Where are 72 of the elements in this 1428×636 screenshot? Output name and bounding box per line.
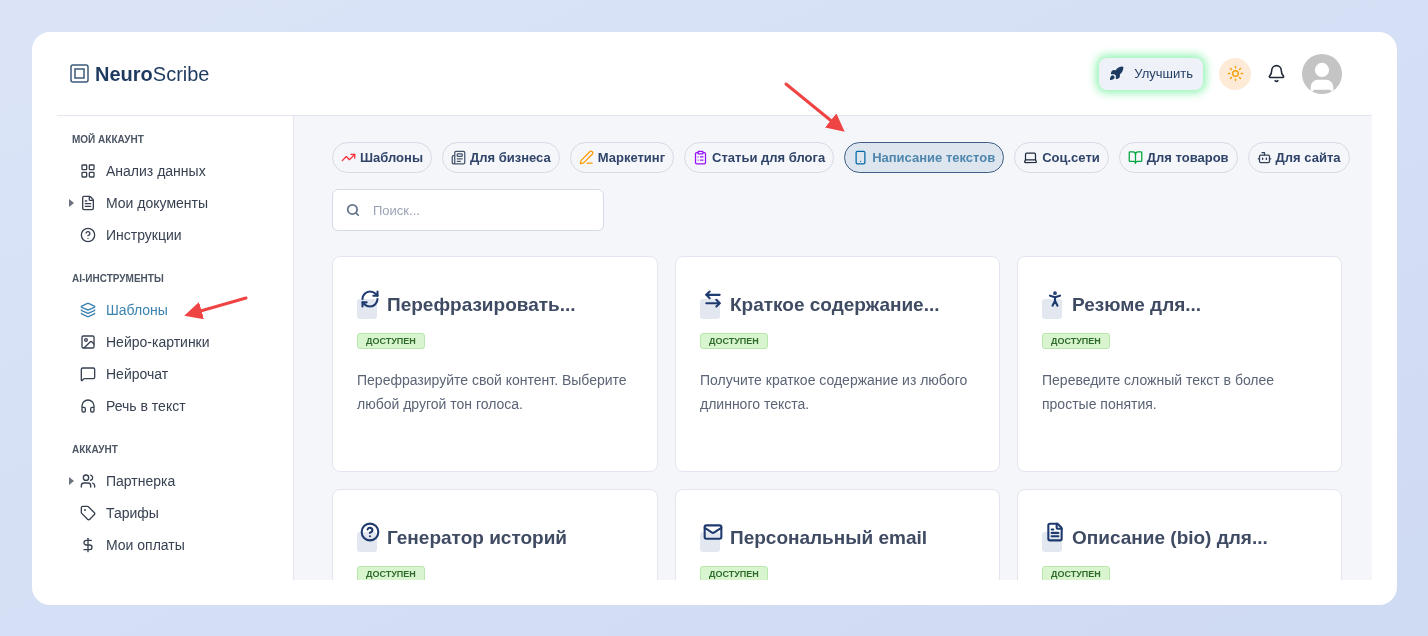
image-icon <box>80 334 96 350</box>
template-card[interactable]: Резюме для... ДОСТУПЕН Переведите сложный текст в более простые понятия. <box>1017 256 1342 472</box>
template-card[interactable]: Описание (bio) для... ДОСТУПЕН <box>1017 489 1342 580</box>
upgrade-button[interactable]: Улучшить <box>1099 57 1203 90</box>
status-badge: ДОСТУПЕН <box>700 566 768 580</box>
robot-icon <box>1256 150 1272 165</box>
annotation-arrow <box>784 82 845 132</box>
users-icon <box>80 473 96 489</box>
clipboard-icon <box>693 150 709 165</box>
card-title: Генератор историй <box>387 525 567 550</box>
sidebar-item[interactable]: Тарифы <box>72 497 293 529</box>
template-card[interactable]: Генератор историй ДОСТУПЕН <box>332 489 658 580</box>
card-title: Резюме для... <box>1072 292 1202 317</box>
card-description: Перефразируйте свой контент. Выберите любой другой тон голоса. <box>357 371 628 414</box>
category-chip[interactable]: Для бизнеса <box>442 142 560 173</box>
document-icon <box>1042 522 1066 552</box>
card-title: Перефразировать... <box>387 292 576 317</box>
logo-text[interactable]: NeuroScribe <box>95 58 210 89</box>
newspaper-icon <box>451 150 466 165</box>
sidebar-item[interactable]: Анализ данных <box>72 155 293 187</box>
document-icon <box>80 195 96 211</box>
sidebar-item[interactable]: Инструкции <box>72 219 293 251</box>
logo-icon <box>70 64 89 83</box>
category-chip[interactable]: Шаблоны <box>332 142 432 173</box>
template-card[interactable]: Краткое содержание... ДОСТУПЕН Получите краткое содержание из любого длинного текста. <box>675 256 1000 472</box>
sidebar-item[interactable]: Нейро-картинки <box>72 326 293 358</box>
status-badge: ДОСТУПЕН <box>700 333 768 349</box>
section-heading: AI-ИНСТРУМЕНТЫ <box>72 272 165 286</box>
template-card[interactable]: Персональный email ДОСТУПЕН <box>675 489 1000 580</box>
tag-icon <box>80 505 96 521</box>
search-field[interactable]: Поиск... <box>332 189 604 231</box>
card-description: Переведите сложный текст в более простые понятия. <box>1042 371 1276 414</box>
help-icon <box>80 227 96 243</box>
card-title: Краткое содержание... <box>730 292 940 317</box>
sidebar-item[interactable]: Нейрочат <box>72 358 293 390</box>
card-description: Получите краткое содержание из любого длинного текста. <box>700 371 969 414</box>
status-badge: ДОСТУПЕН <box>1042 566 1110 580</box>
envelope-icon <box>700 522 724 552</box>
status-badge: ДОСТУПЕН <box>357 566 425 580</box>
expand-caret-icon[interactable] <box>69 477 74 485</box>
annotation-arrow <box>184 296 248 320</box>
card-title: Персональный email <box>730 525 928 550</box>
expand-caret-icon[interactable] <box>69 199 74 207</box>
search-icon <box>346 203 360 217</box>
headphones-icon <box>80 398 96 414</box>
dollar-icon <box>80 537 96 553</box>
sidebar-item[interactable]: Речь в текст <box>72 390 293 422</box>
category-chip[interactable]: Соц.сети <box>1014 142 1109 173</box>
sidebar-item[interactable]: Шаблоны <box>72 294 293 326</box>
sidebar-item[interactable]: Мои оплаты <box>72 529 293 561</box>
grid-icon <box>80 163 96 179</box>
category-chip[interactable]: Для сайта <box>1247 142 1350 173</box>
sun-icon <box>1226 65 1244 82</box>
chat-icon <box>80 366 96 382</box>
card-title: Описание (bio) для... <box>1072 525 1268 550</box>
rocket-icon <box>1109 66 1125 81</box>
notification-icon[interactable] <box>1267 64 1286 83</box>
section-heading: МОЙ АККАУНТ <box>72 132 145 147</box>
sidebar-item[interactable]: Мои документы <box>72 187 293 219</box>
theme-toggle[interactable] <box>1219 57 1251 90</box>
category-chip[interactable]: Для товаров <box>1118 142 1238 173</box>
template-card[interactable]: Перефразировать... ДОСТУПЕН Перефразируйте свой контент. Выберите любой другой тон голоса. <box>332 256 658 472</box>
laptop-icon <box>1023 150 1039 165</box>
refresh-icon <box>357 289 381 319</box>
category-chip[interactable]: Статьи для блога <box>684 142 835 173</box>
status-badge: ДОСТУПЕН <box>1042 333 1110 349</box>
section-heading: АККАУНТ <box>72 443 119 457</box>
phone-icon <box>853 150 869 165</box>
status-badge: ДОСТУПЕН <box>357 333 425 349</box>
layers-icon <box>80 302 96 318</box>
sidebar-item[interactable]: Партнерка <box>72 465 293 497</box>
category-chip[interactable]: Маркетинг <box>569 142 675 173</box>
